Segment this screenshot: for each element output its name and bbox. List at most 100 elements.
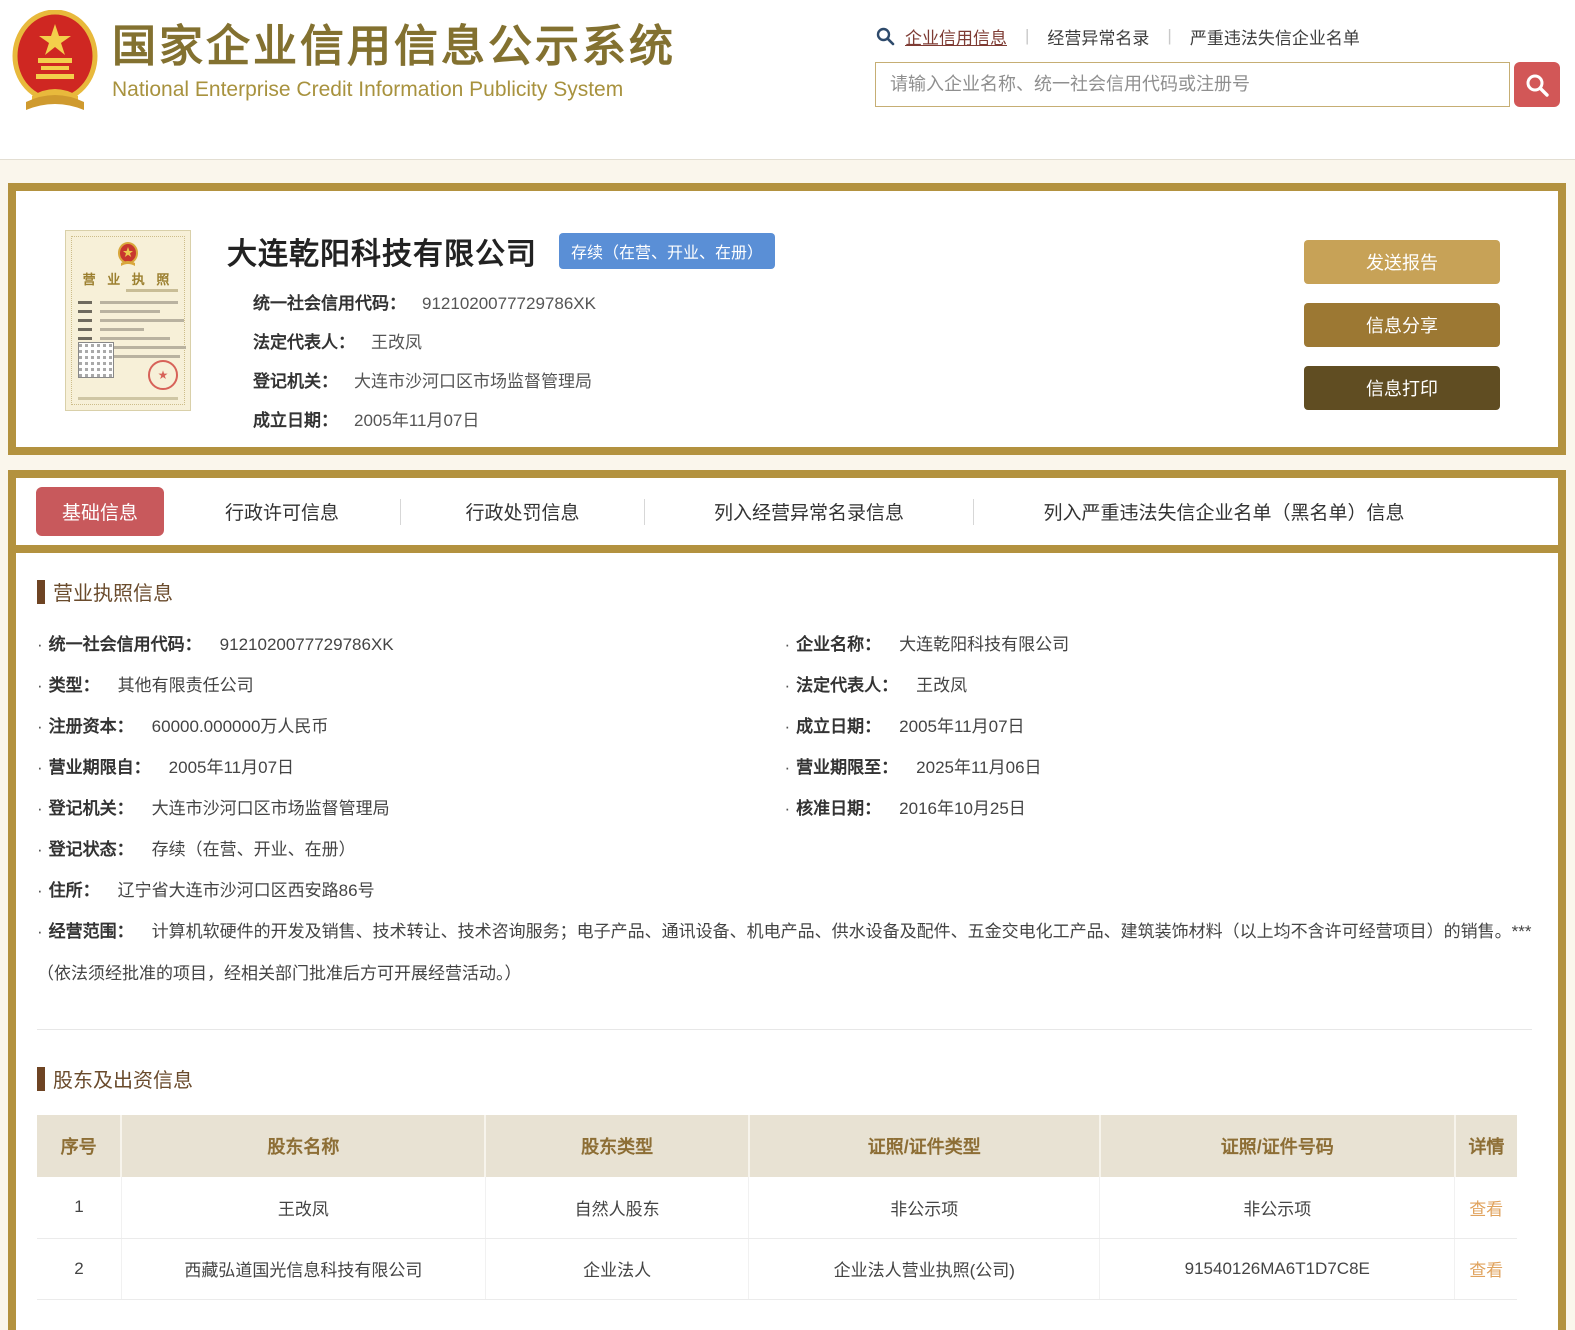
- print-info-button[interactable]: 信息打印: [1304, 366, 1500, 410]
- field-registry-authority: ·登记机关：大连市沙河口区市场监督管理局: [37, 788, 785, 829]
- cell-shareholder-type: 企业法人: [485, 1238, 748, 1299]
- tab-bar: 基础信息 行政许可信息 行政处罚信息 列入经营异常名录信息 列入严重违法失信企业…: [16, 478, 1558, 553]
- tab-admin-penalty[interactable]: 行政处罚信息: [401, 498, 644, 525]
- field-legal-rep: · 法定代表人： 王改凤: [785, 665, 1533, 706]
- tab-basic-info[interactable]: 基础信息: [36, 487, 164, 536]
- shareholder-table: 序号 股东名称 股东类型 证照/证件类型 证照/证件号码 详情 1 王改凤 自然…: [37, 1115, 1517, 1300]
- field-value: 大连市沙河口区市场监督管理局: [354, 372, 592, 391]
- qr-code-icon: [78, 342, 114, 378]
- field-value: 辽宁省大连市沙河口区西安路86号: [118, 881, 375, 900]
- field-value: 存续（在营、开业、在册）: [152, 840, 356, 859]
- tab-abnormal-list[interactable]: 列入经营异常名录信息: [645, 498, 973, 525]
- field-value: 王改凤: [371, 333, 422, 352]
- bullet: ·: [785, 676, 791, 695]
- card-field-credit-code: 统一社会信用代码：9121020077729786XK: [253, 289, 1287, 314]
- view-detail-link[interactable]: 查看: [1469, 1261, 1503, 1280]
- bullet: ·: [785, 758, 791, 777]
- site-header: 国家企业信用信息公示系统 National Enterprise Credit …: [0, 0, 1575, 160]
- field-value: 2025年11月06日: [916, 758, 1041, 777]
- license-thumb-row: [100, 319, 184, 322]
- nav-illegal-list-link[interactable]: 严重违法失信企业名单: [1190, 24, 1360, 49]
- tab-blacklist[interactable]: 列入严重违法失信企业名单（黑名单）信息: [974, 498, 1474, 525]
- section-title-text: 营业执照信息: [53, 577, 173, 606]
- license-thumb-row: [100, 328, 144, 331]
- search-icon: [875, 26, 895, 46]
- license-thumb-label: [78, 328, 92, 331]
- field-value: 大连乾阳科技有限公司: [899, 635, 1069, 654]
- bullet: ·: [37, 840, 43, 859]
- license-thumb-row: [100, 337, 170, 340]
- search-input[interactable]: [875, 62, 1510, 107]
- field-label: 营业期限至：: [796, 758, 898, 777]
- license-fields-grid: ·统一社会信用代码：9121020077729786XK ·类型：其他有限责任公…: [37, 624, 1532, 911]
- share-info-button[interactable]: 信息分享: [1304, 303, 1500, 347]
- send-report-button[interactable]: 发送报告: [1304, 240, 1500, 284]
- field-value: 60000.000000万人民币: [152, 717, 329, 736]
- license-thumb-title: 营 业 执 照: [72, 269, 184, 288]
- table-header-row: 序号 股东名称 股东类型 证照/证件类型 证照/证件号码 详情: [37, 1115, 1517, 1177]
- license-thumb-label: [78, 301, 92, 304]
- bullet: ·: [37, 922, 43, 941]
- col-header-detail: 详情: [1455, 1115, 1517, 1177]
- field-address: ·住所：辽宁省大连市沙河口区西安路86号: [37, 870, 785, 911]
- site-subtitle: National Enterprise Credit Information P…: [112, 78, 676, 102]
- company-summary-card: 营 业 执 照 ★ 大连乾阳科技有限公司 存续（在营、开业、在册） 统一社会信用…: [8, 183, 1566, 455]
- field-label: 成立日期：: [253, 411, 338, 430]
- business-license-thumbnail[interactable]: 营 业 执 照 ★: [65, 230, 191, 411]
- bullet: ·: [785, 717, 791, 736]
- site-logo: 国家企业信用信息公示系统 National Enterprise Credit …: [12, 10, 676, 114]
- field-value: 其他有限责任公司: [118, 676, 254, 695]
- nav-abnormal-list-link[interactable]: 经营异常名录: [1047, 24, 1149, 49]
- field-registered-capital: · 注册资本： 60000.000000万人民币: [37, 706, 785, 747]
- status-badge: 存续（在营、开业、在册）: [559, 233, 775, 269]
- license-thumb-line: [126, 289, 178, 292]
- table-row: 2 西藏弘道国光信息科技有限公司 企业法人 企业法人营业执照(公司) 91540…: [37, 1238, 1517, 1299]
- bullet: ·: [785, 799, 791, 818]
- detail-panel: 基础信息 行政许可信息 行政处罚信息 列入经营异常名录信息 列入严重违法失信企业…: [8, 470, 1566, 1330]
- top-nav: 企业信用信息 | 经营异常名录 | 严重违法失信企业名单: [875, 22, 1560, 50]
- cell-cert-no: 91540126MA6T1D7C8E: [1100, 1238, 1455, 1299]
- license-emblem-icon: [117, 241, 139, 267]
- field-value: 2005年11月07日: [354, 411, 479, 430]
- nav-credit-info-link[interactable]: 企业信用信息: [905, 24, 1007, 49]
- view-detail-link[interactable]: 查看: [1469, 1200, 1503, 1219]
- section-title-text: 股东及出资信息: [53, 1064, 193, 1093]
- cell-cert-type: 非公示项: [749, 1177, 1100, 1238]
- card-field-establish-date: 成立日期： 2005年11月07日: [253, 406, 1287, 431]
- search-button[interactable]: [1514, 62, 1560, 107]
- cell-no: 1: [37, 1177, 121, 1238]
- field-label: 注册资本：: [49, 717, 134, 736]
- field-value: 计算机软硬件的开发及销售、技术转让、技术咨询服务；电子产品、通讯设备、机电产品、…: [37, 922, 1532, 983]
- license-thumb-footer: [78, 397, 178, 400]
- col-header-no: 序号: [37, 1115, 121, 1177]
- field-label: 登记机关：: [49, 799, 134, 818]
- cell-shareholder-type: 自然人股东: [485, 1177, 748, 1238]
- cell-cert-type: 企业法人营业执照(公司): [749, 1238, 1100, 1299]
- field-term-to: · 营业期限至： 2025年11月06日: [785, 747, 1533, 788]
- section-divider: [37, 1029, 1532, 1030]
- field-value: 2016年10月25日: [899, 799, 1026, 818]
- license-thumb-row: [100, 301, 178, 304]
- cell-no: 2: [37, 1238, 121, 1299]
- field-value: 王改凤: [916, 676, 967, 695]
- field-label: 核准日期：: [796, 799, 881, 818]
- field-approval-date: · 核准日期： 2016年10月25日: [785, 788, 1533, 829]
- field-label: 企业名称：: [796, 635, 881, 654]
- bullet: ·: [37, 717, 43, 736]
- tab-admin-license[interactable]: 行政许可信息: [164, 498, 400, 525]
- bullet: ·: [37, 799, 43, 818]
- col-header-cert-no: 证照/证件号码: [1100, 1115, 1455, 1177]
- bullet: ·: [37, 635, 43, 654]
- field-type: ·类型：其他有限责任公司: [37, 665, 785, 706]
- site-title: 国家企业信用信息公示系统: [112, 22, 676, 73]
- cell-shareholder-name: 西藏弘道国光信息科技有限公司: [121, 1238, 485, 1299]
- license-thumb-label: [78, 319, 92, 322]
- section-bar-icon: [37, 580, 45, 604]
- field-label: 统一社会信用代码：: [49, 635, 202, 654]
- field-label: 法定代表人：: [796, 676, 898, 695]
- field-label: 营业期限自：: [49, 758, 151, 777]
- cell-cert-no: 非公示项: [1100, 1177, 1455, 1238]
- field-establish-date: ·成立日期：2005年11月07日: [785, 706, 1533, 747]
- field-value: 9121020077729786XK: [422, 294, 596, 313]
- license-thumb-row: [100, 310, 160, 313]
